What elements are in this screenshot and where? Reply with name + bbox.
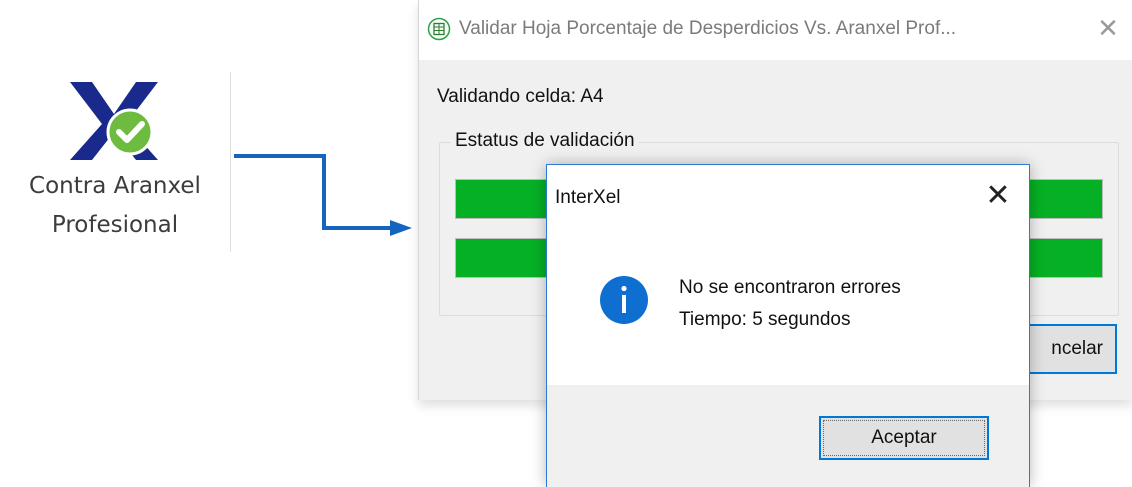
accept-button[interactable]: Aceptar <box>819 416 989 460</box>
flow-arrow-icon <box>234 154 412 236</box>
validation-status-text: Validando celda: A4 <box>437 86 604 107</box>
ribbon-button-label-line1: Contra Aranxel <box>29 173 201 199</box>
message-line-2: Tiempo: 5 segundos <box>679 309 851 330</box>
validation-window-title: Validar Hoja Porcentaje de Desperdicios … <box>459 18 957 39</box>
ribbon-button-label-line2: Profesional <box>51 212 179 238</box>
message-box-footer: Aceptar <box>547 385 1029 487</box>
aranxel-check-icon <box>70 82 158 160</box>
validation-status-group-title: Estatus de validación <box>451 130 639 152</box>
message-box-close-icon[interactable]: ✕ <box>983 181 1013 211</box>
info-icon <box>600 276 648 324</box>
message-line-1: No se encontraron errores <box>679 277 901 298</box>
message-box-title: InterXel <box>555 187 621 208</box>
interxel-message-box: InterXel ✕ No se encontraron errores Tie… <box>546 164 1030 487</box>
validation-window-close-icon[interactable]: ✕ <box>1095 16 1121 42</box>
validation-window-titlebar: Validar Hoja Porcentaje de Desperdicios … <box>419 0 1132 60</box>
app-icon <box>427 17 451 41</box>
contra-aranxel-ribbon-button[interactable]: Contra Aranxel Profesional <box>2 74 228 254</box>
